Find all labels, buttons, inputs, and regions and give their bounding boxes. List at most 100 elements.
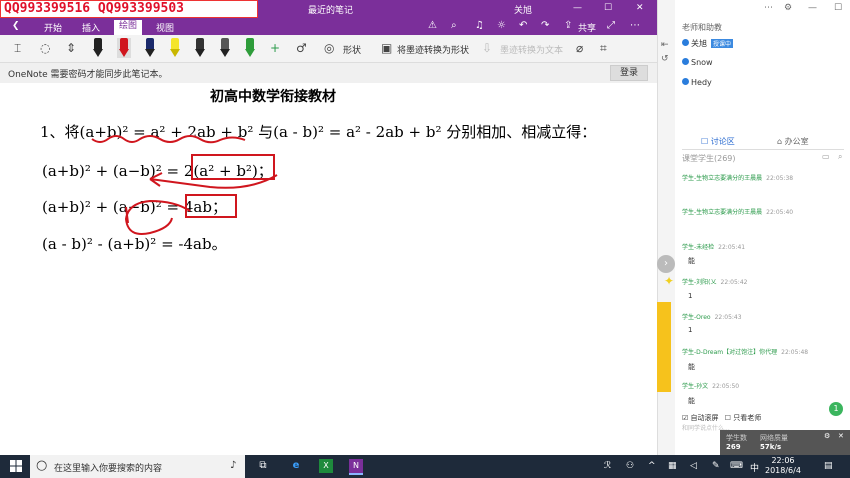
undo-icon[interactable]: ↶ xyxy=(519,20,527,31)
back-icon[interactable]: ❮ xyxy=(12,21,20,31)
ruler-shape-icon[interactable]: ♂ xyxy=(296,41,307,55)
share-icon[interactable]: ⇪ xyxy=(564,20,572,31)
tab-draw[interactable]: 绘图 xyxy=(114,20,143,35)
eraser-icon[interactable]: ⌀ xyxy=(576,41,583,55)
shapes-label[interactable]: 形状 xyxy=(343,43,361,56)
collapse-panel-button[interactable]: › xyxy=(657,255,675,273)
tab-discussion[interactable]: ☐ 讨论区 xyxy=(701,136,735,147)
network-label: 网络质量 xyxy=(760,434,788,442)
ribbon-tabs: ❮ 开始 插入 绘图 视图 ⚠ ⌕ ♫ ☼ ↶ ↷ ⇪ 共享 ⤢ ⋯ xyxy=(0,18,657,35)
tab-insert[interactable]: 插入 xyxy=(82,21,100,34)
excel-icon[interactable]: X xyxy=(319,459,333,473)
pen-green-icon[interactable] xyxy=(245,38,255,58)
keyboard-icon[interactable]: ⌨ xyxy=(730,461,743,471)
warning-icon[interactable]: ⚠ xyxy=(428,20,437,31)
search-chat-icon[interactable]: ⌕ xyxy=(838,152,842,162)
bell-icon[interactable]: ♫ xyxy=(475,20,484,31)
onenote-icon[interactable]: N xyxy=(349,459,363,475)
edge-icon[interactable]: e xyxy=(289,459,303,473)
network-icon[interactable]: ▦ xyxy=(668,461,677,471)
windows-taskbar: ○ 在这里输入你要搜索的内容 ♪ ⧉ e X N ℛ ⚇ ^ ▦ ◁ ✎ ⌨ 中… xyxy=(0,455,850,478)
sparkle-icon: ✦ xyxy=(664,274,675,288)
status-badge: 授课中 xyxy=(711,39,734,48)
taskbar-search[interactable]: ○ 在这里输入你要搜索的内容 ♪ xyxy=(30,455,245,478)
volume-icon[interactable]: ◁ xyxy=(690,461,697,471)
draw-ribbon: ⌶ ◌ ⇕ + ♂ ◎ 形状 ▣ 将墨迹转换为形状 ⇩ 墨迹转换为文本 ⌀ ⌗ xyxy=(0,35,657,63)
panel-minimize-icon[interactable]: — xyxy=(808,3,817,13)
insert-space-icon[interactable]: ⇕ xyxy=(66,41,76,55)
user-snow[interactable]: Snow xyxy=(682,58,713,67)
ink-to-shape-icon[interactable]: ▣ xyxy=(381,41,392,55)
chat-text: 能 xyxy=(688,397,695,405)
ink-arrow-1 xyxy=(149,172,278,189)
taskbar-clock[interactable]: 22:06 2018/6/4 xyxy=(765,456,801,476)
user-hedy[interactable]: Hedy xyxy=(682,78,712,87)
history-icon[interactable]: ↺ xyxy=(661,54,669,64)
ime-indicator[interactable]: 中 xyxy=(750,461,759,474)
tray-chevron-icon[interactable]: ^ xyxy=(648,461,656,471)
windows-start-icon[interactable] xyxy=(10,460,22,472)
ruler-icon[interactable]: ⌗ xyxy=(600,41,607,56)
ink-to-shape-label[interactable]: 将墨迹转换为形状 xyxy=(397,43,469,56)
action-center-icon[interactable]: ▤ xyxy=(824,461,833,471)
stats-close-icon[interactable]: ✕ xyxy=(838,432,844,440)
task-view-icon[interactable]: ⧉ xyxy=(256,459,270,473)
lightbulb-icon[interactable]: ☼ xyxy=(497,20,506,31)
stats-settings-icon[interactable]: ⚙ xyxy=(824,432,830,440)
watermark-text: QQ993399516 QQ993399503 xyxy=(0,0,258,18)
more-icon[interactable]: ⋯ xyxy=(630,20,640,31)
tab-office[interactable]: ⌂ 办公室 xyxy=(777,136,809,147)
chat-message: 学生-D-Dream【对过饱注】你代理 22:05:48 xyxy=(682,349,809,356)
pen-workspace-icon[interactable]: ℛ xyxy=(604,461,611,471)
user-guanxu[interactable]: 关旭 授课中 xyxy=(682,38,734,49)
type-select-icon[interactable]: ⌶ xyxy=(14,41,21,56)
notification-count[interactable]: 1 xyxy=(829,402,843,416)
network-speed: 57k/s xyxy=(760,443,782,451)
clock-date: 2018/6/4 xyxy=(765,466,801,475)
sync-message: OneNote 需要密码才能同步此笔记本。 xyxy=(8,70,168,80)
minimize-icon[interactable]: — xyxy=(573,3,582,13)
students-count: 269 xyxy=(726,443,741,451)
class-stats: 学生数 269 网络质量 57k/s ⚙ ✕ xyxy=(720,430,850,455)
onenote-window: 最近的笔记 关旭 — ☐ ✕ QQ993399516 QQ993399503 ❮… xyxy=(0,0,657,455)
pen-black-icon[interactable] xyxy=(93,38,103,58)
panel-menu-icon[interactable]: ⋯ xyxy=(764,3,773,13)
tab-start[interactable]: 开始 xyxy=(44,21,62,34)
pen-red-icon[interactable] xyxy=(117,38,131,58)
live-class-panel: ⇤ ↺ ⋯ ⚙ — ☐ 老师和助教 关旭 授课中 Snow Hedy ☐ 讨论区 … xyxy=(657,0,850,455)
ink-arrow-2 xyxy=(124,199,191,235)
panel-settings-icon[interactable]: ⚙ xyxy=(784,3,792,13)
gift-banner[interactable] xyxy=(657,302,671,392)
tab-view[interactable]: 视图 xyxy=(156,21,174,34)
maximize-icon[interactable]: ☐ xyxy=(604,3,612,13)
shapes-icon[interactable]: ◎ xyxy=(324,41,334,55)
pen-icon[interactable]: ✎ xyxy=(712,461,720,471)
add-pen-icon[interactable]: + xyxy=(270,41,280,55)
chat-message: 学生-未经检 22:05:41 xyxy=(682,244,746,251)
only-teacher-checkbox[interactable]: ☐ 只看老师 xyxy=(725,414,762,422)
auto-scroll-checkbox[interactable]: ☑ 自动滚屏 xyxy=(682,414,719,422)
login-button[interactable]: 登录 xyxy=(610,65,648,81)
fullscreen-icon[interactable]: ⤢ xyxy=(607,20,615,31)
picture-icon[interactable]: ▭ xyxy=(822,152,830,161)
redo-icon[interactable]: ↷ xyxy=(541,20,549,31)
lasso-select-icon[interactable]: ◌ xyxy=(40,41,50,55)
share-button[interactable]: 共享 xyxy=(578,21,596,34)
chat-text: 能 xyxy=(688,257,695,265)
people-icon[interactable]: ⚇ xyxy=(626,461,634,471)
search-icon[interactable]: ⌕ xyxy=(451,20,457,31)
chat-message: 学生-生物立志要满分的王晨晨 22:05:38 xyxy=(682,175,794,182)
expand-icon[interactable]: ⇤ xyxy=(661,40,669,50)
ink-box-1 xyxy=(191,154,275,180)
microphone-icon[interactable]: ♪ xyxy=(230,460,236,471)
highlighter-yellow-icon[interactable] xyxy=(170,38,180,58)
window-title: 最近的笔记 xyxy=(308,6,354,16)
chat-filter-select[interactable]: 课堂学生(269) xyxy=(682,153,736,164)
pen-gray-icon[interactable] xyxy=(220,38,230,58)
account-name[interactable]: 关旭 xyxy=(514,3,532,16)
close-icon[interactable]: ✕ xyxy=(636,3,644,13)
clock-time: 22:06 xyxy=(771,456,795,465)
panel-maximize-icon[interactable]: ☐ xyxy=(834,3,842,13)
pen-navy-icon[interactable] xyxy=(145,38,155,58)
pen-dark-icon[interactable] xyxy=(195,38,205,58)
